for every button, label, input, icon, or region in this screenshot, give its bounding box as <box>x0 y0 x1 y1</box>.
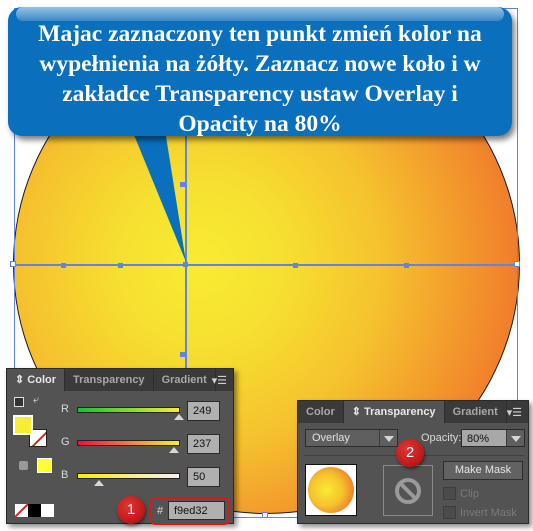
r-slider-thumb[interactable] <box>174 414 184 420</box>
callout-line: Opacity na 80% <box>178 111 342 137</box>
mask-thumbnail[interactable] <box>383 465 433 516</box>
anchor-point[interactable] <box>118 263 123 268</box>
chevron-down-icon[interactable] <box>379 430 397 446</box>
r-slider[interactable] <box>77 407 180 413</box>
selected-anchor-point[interactable] <box>183 262 188 267</box>
opacity-field[interactable]: 80% <box>461 429 525 447</box>
anchor-point[interactable] <box>180 182 185 187</box>
g-value-field[interactable]: 237 <box>187 434 220 454</box>
tab-gradient[interactable]: Gradient <box>445 401 507 423</box>
tab-transparency[interactable]: ⇕ Transparency <box>343 401 445 423</box>
color-panel: ⇕ Color Transparency Gradient ▾☰ ⤶ R 249… <box>6 368 234 525</box>
tab-transparency[interactable]: Transparency <box>65 369 154 391</box>
black-swatch[interactable] <box>28 504 41 517</box>
circle-thumbnail <box>308 467 354 513</box>
b-label: B <box>61 469 69 481</box>
r-label: R <box>61 403 69 415</box>
tab-color[interactable]: ⇕ Color <box>7 369 66 391</box>
hex-field[interactable]: f9ed32 <box>168 501 225 520</box>
anchor-point[interactable] <box>61 263 66 268</box>
callout-gloss <box>16 7 504 21</box>
opacity-label: Opacity: <box>421 432 462 444</box>
anchor-point[interactable] <box>404 263 409 268</box>
b-value-field[interactable]: 50 <box>187 467 220 487</box>
updown-arrows-icon: ⇕ <box>15 374 25 386</box>
invert-mask-label: Invert Mask <box>460 507 517 519</box>
swap-fill-stroke-icon[interactable] <box>14 397 24 407</box>
anchor-point[interactable] <box>180 352 185 357</box>
callout-line: wypełnienia na żółty. Zaznacz nowe koło … <box>39 51 481 77</box>
g-label: G <box>61 436 70 448</box>
step-badge-1: 1 <box>117 496 145 524</box>
anchor-point[interactable] <box>293 263 298 268</box>
color-panel-tabs: ⇕ Color Transparency Gradient ▾☰ <box>7 369 233 391</box>
g-slider[interactable] <box>77 440 180 446</box>
fill-swatch[interactable] <box>13 415 33 435</box>
transparency-panel-tabs: Color ⇕ Transparency Gradient ▾☰ <box>298 401 528 423</box>
hex-label: # <box>157 505 164 517</box>
horizontal-path[interactable] <box>14 264 518 266</box>
chevron-down-icon[interactable] <box>506 430 524 446</box>
swap-arrow-icon[interactable]: ⤶ <box>33 394 39 407</box>
panel-menu-icon[interactable]: ▾☰ <box>212 374 227 387</box>
panel-menu-icon[interactable]: ▾☰ <box>507 406 522 419</box>
b-slider[interactable] <box>77 473 180 479</box>
g-slider-thumb[interactable] <box>169 447 179 453</box>
white-swatch[interactable] <box>41 504 54 517</box>
callout-line: zakładce Transparency ustaw Overlay i <box>62 81 458 107</box>
updown-arrows-icon: ⇕ <box>351 406 361 418</box>
callout-line: Majac zaznaczony ten punkt zmień kolor n… <box>38 21 482 47</box>
invert-mask-checkbox[interactable] <box>443 506 456 519</box>
r-value-field[interactable]: 249 <box>187 401 220 421</box>
cube-icon <box>19 461 28 470</box>
tab-color[interactable]: Color <box>298 401 344 423</box>
none-swatch[interactable] <box>15 504 28 517</box>
tab-gradient[interactable]: Gradient <box>154 369 216 391</box>
step-badge-2: 2 <box>396 439 424 467</box>
blend-mode-select[interactable]: Overlay <box>305 429 398 447</box>
web-safe-swatch[interactable] <box>37 458 52 473</box>
b-slider-thumb[interactable] <box>94 480 104 486</box>
bbox-handle-bottom[interactable] <box>262 512 268 518</box>
bbox-handle-left[interactable] <box>10 261 16 267</box>
transparency-panel: Color ⇕ Transparency Gradient ▾☰ Overlay… <box>297 400 529 524</box>
clip-label: Clip <box>460 488 479 500</box>
bbox-handle-right[interactable] <box>514 261 520 267</box>
prohibited-icon <box>395 478 421 504</box>
object-thumbnail[interactable] <box>305 464 357 516</box>
clip-checkbox[interactable] <box>443 487 456 500</box>
callout-bubble: Majac zaznaczony ten punkt zmień kolor n… <box>8 7 512 137</box>
make-mask-button[interactable]: Make Mask <box>443 461 523 480</box>
